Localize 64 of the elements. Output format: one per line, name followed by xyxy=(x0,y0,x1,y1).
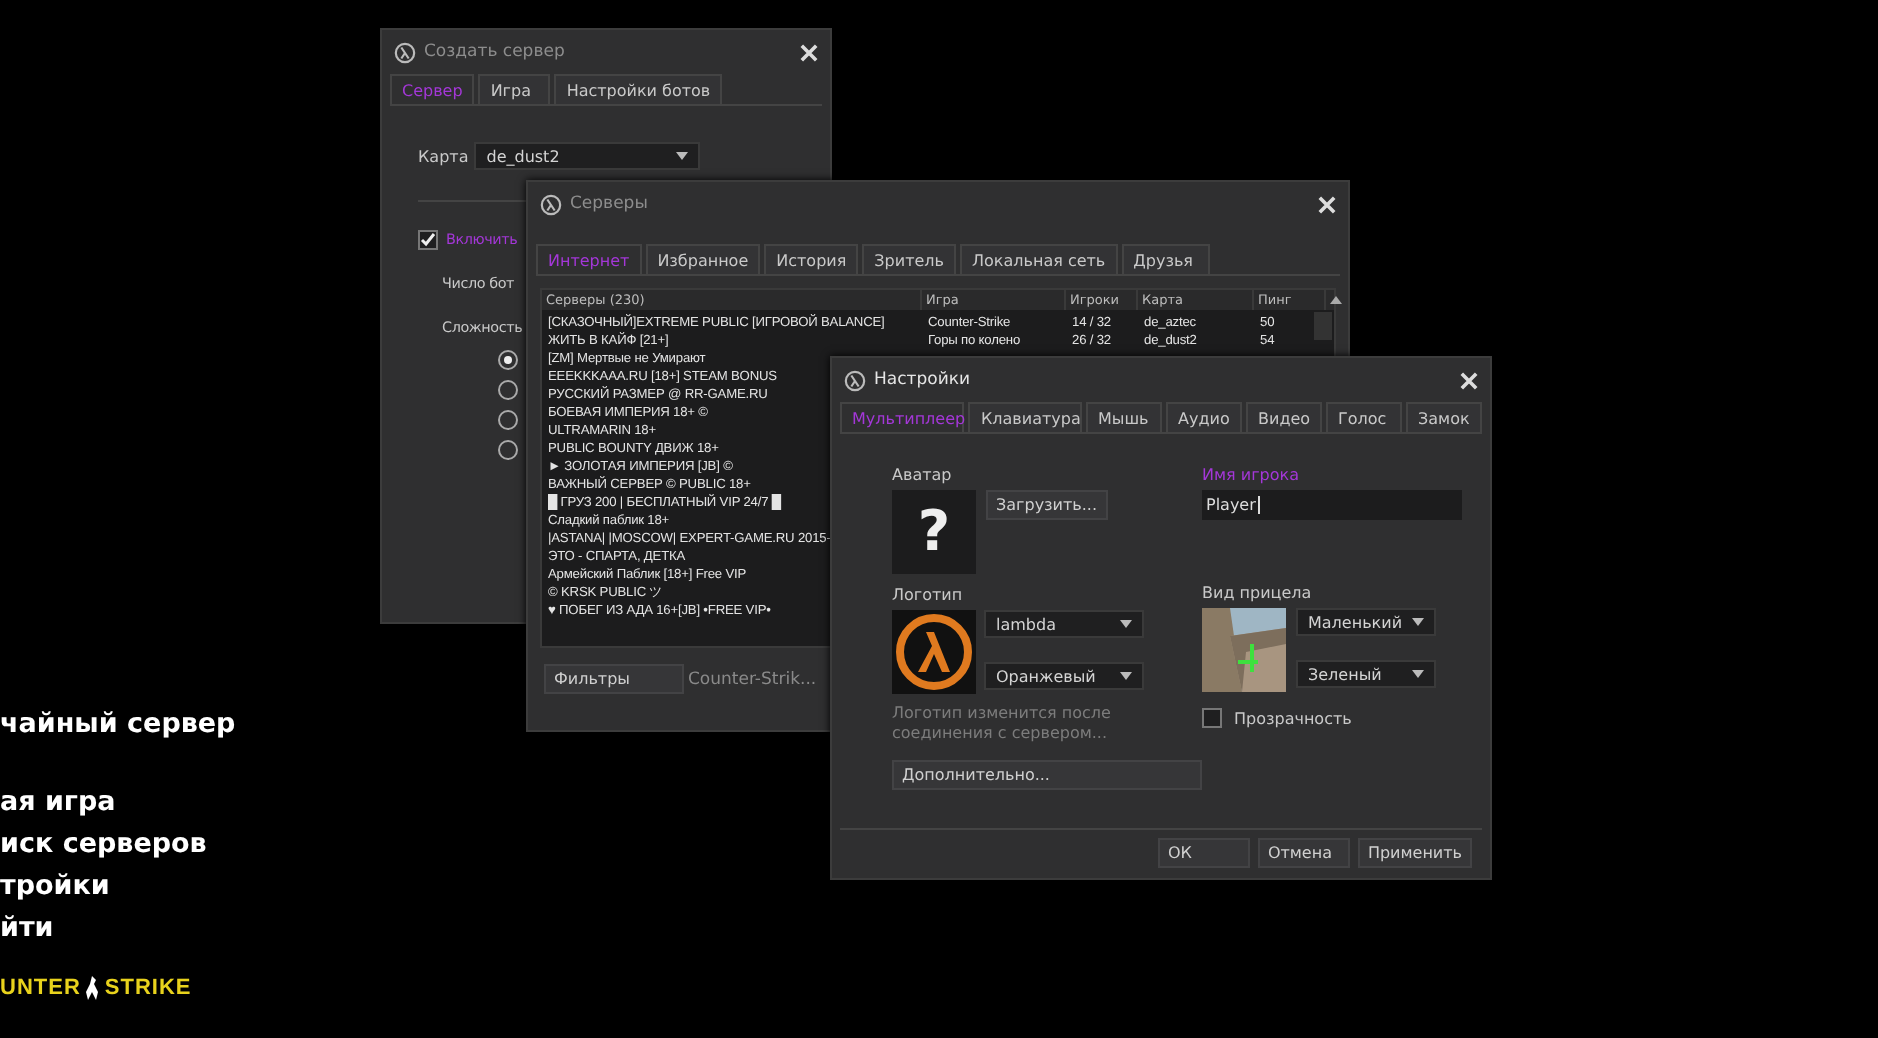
menu-item[interactable]: ая игра xyxy=(0,784,236,820)
logo-icon xyxy=(540,193,562,215)
checkbox[interactable] xyxy=(418,230,438,250)
field-label: Имя игрока xyxy=(1202,466,1301,484)
radio-button[interactable] xyxy=(498,410,518,430)
radio-button[interactable] xyxy=(498,380,518,400)
close-icon[interactable] xyxy=(1318,195,1336,213)
filters-button[interactable]: Фильтры xyxy=(544,664,684,694)
tab[interactable]: Голос xyxy=(1326,402,1402,432)
tab[interactable]: История xyxy=(764,244,859,274)
logo-text: UNTER xyxy=(0,976,81,1000)
tab[interactable]: Игра xyxy=(478,74,551,104)
game-filter: Counter-Strik... xyxy=(688,669,817,689)
dialog-button[interactable]: Применить xyxy=(1357,838,1472,868)
tab[interactable]: Локальная сеть xyxy=(959,244,1118,274)
caret-icon xyxy=(1120,620,1132,628)
caret-icon xyxy=(1412,670,1424,678)
logo-icon xyxy=(394,41,416,63)
crosshair-color-dropdown[interactable]: Зеленый xyxy=(1296,660,1436,688)
player-name-field[interactable]: Player xyxy=(1202,490,1462,520)
tab[interactable]: Избранное xyxy=(645,244,761,274)
dialog-button[interactable]: ОК xyxy=(1157,838,1250,868)
map-dropdown[interactable]: de_dust2 xyxy=(474,142,701,170)
tab[interactable]: Зритель xyxy=(862,244,956,274)
checkbox-label: Прозрачность xyxy=(1234,709,1352,727)
tab[interactable]: Клавиатура xyxy=(968,402,1082,432)
radio-button[interactable] xyxy=(498,440,518,460)
menu-item[interactable]: иск серверов xyxy=(0,826,236,862)
tab[interactable]: Видео xyxy=(1246,402,1322,432)
window-title: Создать сервер xyxy=(424,42,567,62)
section-label: Логотип xyxy=(892,586,965,604)
question-mark: ? xyxy=(917,502,951,562)
logo-text: STRIKE xyxy=(104,976,192,1000)
window-title: Настройки xyxy=(874,370,973,390)
logo-note: Логотип изменится после соединения с сервером... xyxy=(892,704,1113,744)
tab[interactable]: Аудио xyxy=(1166,402,1242,432)
lambda-logo-icon xyxy=(892,610,976,694)
logo-dropdown[interactable]: lambda xyxy=(984,610,1144,638)
menu-item[interactable]: йти xyxy=(0,910,236,946)
upload-button[interactable]: Загрузить... xyxy=(986,490,1108,520)
radio-button[interactable] xyxy=(498,350,518,370)
window-title: Серверы xyxy=(570,194,650,214)
tab[interactable]: Настройки ботов xyxy=(554,74,723,104)
crosshair-size-dropdown[interactable]: Маленький xyxy=(1296,608,1436,636)
tab[interactable]: Мышь xyxy=(1086,402,1162,432)
tab[interactable]: Друзья xyxy=(1121,244,1210,274)
close-icon[interactable] xyxy=(1460,371,1478,389)
field-label: Карта xyxy=(418,147,469,165)
checkbox[interactable] xyxy=(1202,708,1222,728)
dialog-button[interactable]: Отмена xyxy=(1257,838,1350,868)
scrollbar[interactable] xyxy=(1314,312,1332,340)
close-icon[interactable] xyxy=(800,43,818,61)
caret-icon xyxy=(1120,672,1132,680)
menu-item[interactable]: чайный сервер xyxy=(0,706,236,742)
section-label: Вид прицела xyxy=(1202,584,1314,602)
soldier-icon xyxy=(84,976,101,1000)
caret-icon xyxy=(676,152,689,160)
logo-color-dropdown[interactable]: Оранжевый xyxy=(984,662,1144,690)
logo-icon xyxy=(844,369,866,391)
caret-icon xyxy=(1412,618,1424,626)
advanced-button[interactable]: Дополнительно... xyxy=(892,760,1202,790)
menu-item[interactable]: тройки xyxy=(0,868,236,904)
section-label: Аватар xyxy=(892,466,954,484)
tab[interactable]: Замок xyxy=(1406,402,1482,432)
